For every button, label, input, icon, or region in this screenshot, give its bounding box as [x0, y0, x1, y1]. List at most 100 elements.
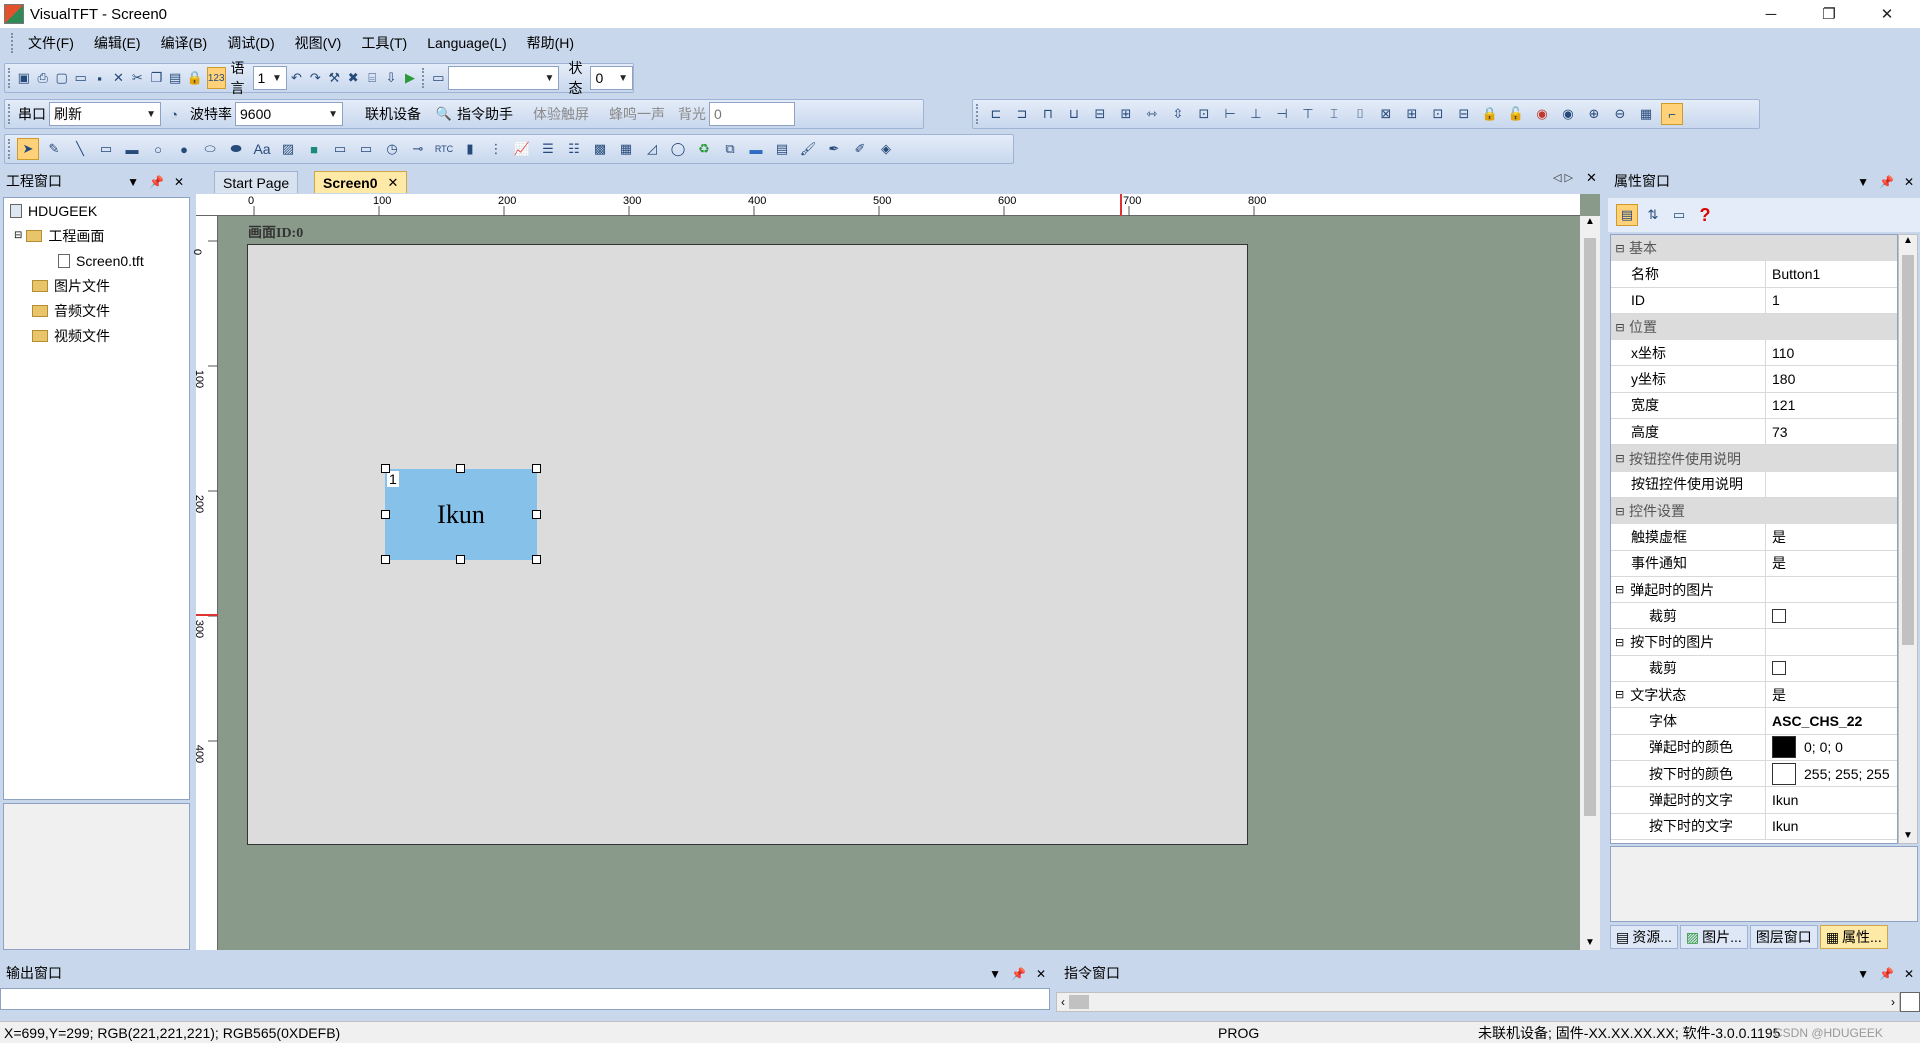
space-v-icon[interactable]: ⊥ [1245, 103, 1267, 125]
align-left-icon[interactable]: ⊏ [985, 103, 1007, 125]
resize-handle[interactable] [381, 555, 390, 564]
scroll-down-icon[interactable]: ▼ [1899, 830, 1917, 841]
collapse-icon[interactable]: ⊟ [14, 230, 22, 241]
prop-x[interactable]: x坐标 110 [1611, 340, 1897, 367]
fit-height-icon[interactable]: ⊞ [1401, 103, 1423, 125]
same-size-icon[interactable]: ⊡ [1193, 103, 1215, 125]
prop-value[interactable]: 255; 255; 255 [1766, 760, 1897, 787]
close-button[interactable]: ✕ [1859, 0, 1915, 28]
traffic-light-icon[interactable]: ⋮ [485, 138, 507, 160]
panel-icon[interactable]: ▤ [771, 138, 793, 160]
resize-handle[interactable] [532, 510, 541, 519]
align-center-v-icon[interactable]: ⊞ [1115, 103, 1137, 125]
panel-close-icon[interactable]: ✕ [1904, 967, 1914, 981]
tab-resources[interactable]: ▤ 资源... [1610, 925, 1678, 949]
eye-icon[interactable]: ◉ [1557, 103, 1579, 125]
prop-value[interactable] [1766, 603, 1897, 629]
tab-properties[interactable]: ▦ 属性... [1819, 925, 1888, 949]
state-select[interactable]: 0 ▼ [590, 66, 633, 90]
prop-value[interactable] [1766, 655, 1897, 682]
prop-id[interactable]: ID 1 [1611, 287, 1897, 314]
tab-layers[interactable]: 图层窗口 [1749, 925, 1818, 949]
chart-icon[interactable]: 📈 [511, 138, 533, 160]
line-icon[interactable]: ╲ [69, 138, 91, 160]
brush-icon[interactable]: 🖌 [797, 138, 819, 160]
expand-icon[interactable]: ⊟ [1453, 103, 1475, 125]
prop-value[interactable]: 0; 0; 0 [1766, 734, 1897, 760]
panel-close-icon[interactable]: ✕ [174, 175, 184, 189]
print-icon[interactable]: ⎙ [35, 67, 50, 89]
pin-icon[interactable]: 📌 [1879, 967, 1894, 981]
menu-help[interactable]: 帮助(H) [517, 33, 584, 53]
sort-az-icon[interactable]: ⇅ [1642, 204, 1664, 226]
distribute-h-icon[interactable]: ⊣ [1271, 103, 1293, 125]
prop-event-notify[interactable]: 事件通知是 [1611, 550, 1897, 577]
restore-button[interactable]: ❐ [1801, 0, 1857, 28]
paste-icon[interactable]: ▤ [168, 67, 183, 89]
fill-icon[interactable]: ◈ [875, 138, 897, 160]
lock-all-icon[interactable]: 🔒 [1479, 103, 1501, 125]
toolbar-grip[interactable] [422, 68, 425, 88]
tab-nav-icon[interactable]: ◁ ▷ [1553, 171, 1573, 184]
fit-both-icon[interactable]: ⊡ [1427, 103, 1449, 125]
menu-view[interactable]: 视图(V) [285, 33, 352, 53]
tree-item-images[interactable]: 图片文件 [4, 273, 189, 298]
dropdown-icon[interactable]: ▼ [989, 967, 1001, 981]
pin-icon[interactable]: 📌 [1011, 967, 1026, 981]
rtc-icon[interactable]: RTC [433, 138, 455, 160]
resize-handle[interactable] [532, 555, 541, 564]
prop-value[interactable]: Button1 [1766, 261, 1897, 287]
toolbar-grip[interactable] [8, 104, 12, 124]
prop-up-crop[interactable]: 裁剪 [1611, 603, 1897, 630]
qrcode-icon[interactable]: ▩ [589, 138, 611, 160]
tools-icon[interactable]: ✖ [346, 67, 361, 89]
tree-root[interactable]: HDUGEEK [4, 198, 189, 223]
compile-icon[interactable]: ⌸ [365, 67, 380, 89]
prop-value[interactable]: 180 [1766, 366, 1897, 392]
collapse-icon[interactable]: ⊟ [1615, 583, 1624, 596]
delete-icon[interactable]: ✕ [111, 67, 126, 89]
copy-icon[interactable]: ❐ [149, 67, 164, 89]
collapse-icon[interactable]: ⊟ [1611, 321, 1629, 334]
new-project-icon[interactable]: ▣ [16, 67, 31, 89]
curve-icon[interactable]: ◿ [641, 138, 663, 160]
menu-language[interactable]: Language(L) [417, 35, 516, 51]
menu-file[interactable]: 文件(F) [18, 33, 84, 53]
scroll-up-icon[interactable]: ▲ [1580, 216, 1600, 236]
align-bottom-icon[interactable]: ⊔ [1063, 103, 1085, 125]
filled-rectangle-icon[interactable]: ▬ [121, 138, 143, 160]
scroll-down-icon[interactable]: ▼ [1580, 937, 1600, 948]
output-area[interactable] [0, 988, 1050, 1010]
tab-images[interactable]: ▨ 图片... [1679, 925, 1748, 949]
prop-width[interactable]: 宽度 121 [1611, 392, 1897, 420]
prop-down-color[interactable]: 按下时的颜色 255; 255; 255 [1611, 760, 1897, 788]
property-pages-icon[interactable]: ▭ [1668, 204, 1690, 226]
design-canvas[interactable]: 0 100 200 300 400 500 600 700 800 0 100 … [191, 194, 1600, 950]
touch-experience-button[interactable]: 体验触屏 [523, 104, 599, 124]
resize-handle[interactable] [456, 555, 465, 564]
align-right-icon[interactable]: ⊐ [1011, 103, 1033, 125]
tab-start-page[interactable]: Start Page [214, 171, 299, 193]
download-icon[interactable]: ⇩ [384, 67, 399, 89]
save-icon[interactable]: ▪ [92, 67, 107, 89]
screen-select[interactable]: ▼ [447, 66, 560, 90]
tree-item-screens[interactable]: ⊟ 工程画面 [4, 223, 189, 248]
tab-close-icon[interactable]: ✕ [387, 175, 398, 191]
button1-control[interactable]: Ikun [385, 469, 537, 560]
menu-debug[interactable]: 调试(D) [217, 33, 284, 53]
crop-checkbox[interactable] [1772, 661, 1786, 676]
text-icon[interactable]: Aa [251, 138, 273, 160]
prop-value[interactable]: 110 [1766, 340, 1897, 366]
props-category-control[interactable]: ⊟ 控件设置 [1611, 497, 1897, 525]
scroll-right-icon[interactable]: › [1891, 995, 1895, 1009]
pointer-icon[interactable]: ➤ [17, 138, 39, 160]
minimize-button[interactable]: ─ [1743, 0, 1799, 28]
slider-icon[interactable]: ⊸ [407, 138, 429, 160]
resize-handle[interactable] [381, 464, 390, 473]
resize-handle[interactable] [381, 510, 390, 519]
language-select[interactable]: 1 ▼ [252, 66, 287, 90]
color-swatch[interactable] [1772, 736, 1796, 759]
space-h-icon[interactable]: ⊢ [1219, 103, 1241, 125]
button-control-icon[interactable]: ■ [303, 138, 325, 160]
prop-touch-frame[interactable]: 触摸虚框是 [1611, 524, 1897, 551]
